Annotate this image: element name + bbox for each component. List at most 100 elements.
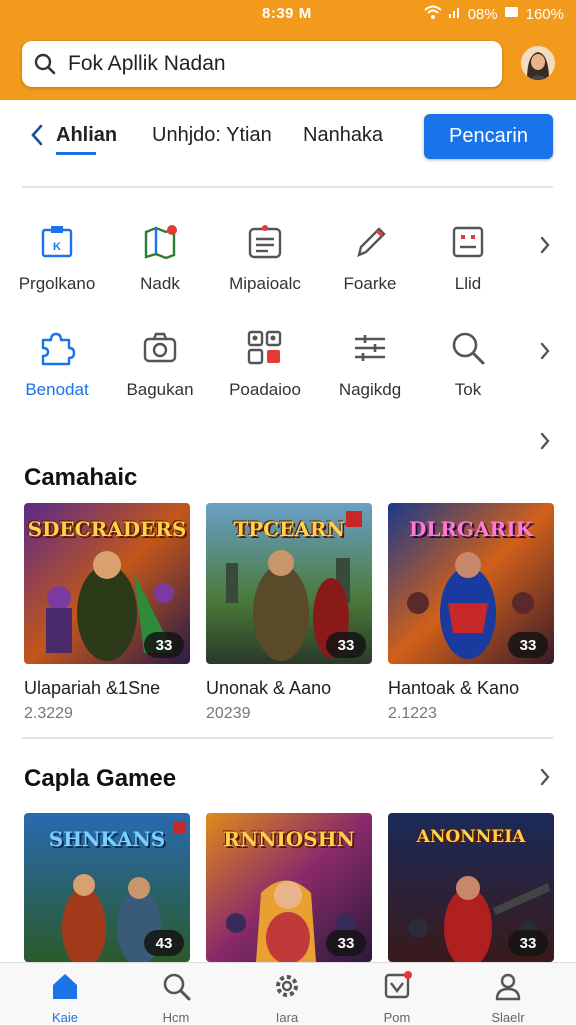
user-icon (492, 973, 524, 1005)
rating-badge: 33 (326, 930, 366, 956)
category-mipaioalc[interactable]: Mipaioalc (215, 220, 315, 294)
map-icon (110, 220, 210, 264)
svg-text:K: K (53, 241, 61, 253)
search-icon (160, 973, 192, 1005)
game-art-title: RNNIOSHN (223, 827, 355, 851)
section-title: Capla Gamee (24, 765, 177, 792)
rating-badge: 43 (144, 930, 184, 956)
status-extra: 160% (525, 5, 564, 23)
category-label: Nagikdg (338, 380, 402, 399)
battery-icon (504, 5, 520, 23)
sliders-icon (320, 326, 420, 370)
divider (22, 737, 553, 739)
grid-apps-icon (215, 326, 315, 370)
search-bar[interactable]: Fok Apllik Nadan (22, 41, 502, 87)
category-prgolkano[interactable]: K Prgolkano (7, 220, 107, 294)
game-number: 2.3229 (24, 705, 73, 722)
category-label: Mipaioalc (229, 274, 301, 293)
game-thumbnail[interactable]: SDECRADERS 33 (24, 503, 190, 664)
shield-icon (381, 971, 413, 1005)
rating-badge: 33 (508, 632, 548, 658)
nav-search[interactable]: Hcm (136, 971, 216, 1025)
tab-bar: Ahlian Unhjdo: Ytian Nanhaka Pencarin (0, 100, 576, 186)
id-card-icon (418, 220, 518, 264)
wifi-icon (423, 5, 442, 23)
status-time: 8:39 M (262, 5, 312, 22)
category-label: Prgolkano (18, 274, 96, 293)
game-card[interactable]: TPCEARN 33 Unonak & Aano 20239 (206, 503, 372, 723)
game-art-title: SHNKANS (48, 827, 166, 851)
section-title: Camahaic (24, 464, 138, 491)
rating-badge: 33 (508, 930, 548, 956)
nav-label: Kaie (51, 1010, 79, 1025)
category-nadk[interactable]: Nadk (110, 220, 210, 294)
game-name: Hantoak & Kano (388, 678, 520, 698)
back-chevron-icon[interactable] (28, 122, 46, 153)
category-label: Llid (454, 274, 482, 293)
tab-nanhaka[interactable]: Nanhaka (303, 124, 383, 147)
nav-label: Slaelr (491, 1010, 525, 1025)
chevron-right-icon[interactable] (538, 429, 552, 458)
category-label: Bagukan (126, 380, 194, 399)
search-icon (418, 326, 518, 370)
game-number: 2.1223 (388, 705, 437, 722)
tab-ahlian[interactable]: Ahlian (56, 124, 117, 147)
game-card[interactable]: DLRGARIK 33 Hantoak & Kano 2.1223 (388, 503, 554, 723)
chevron-right-icon[interactable] (538, 339, 552, 368)
search-input[interactable]: Fok Apllik Nadan (68, 52, 226, 76)
game-card[interactable]: SDECRADERS 33 Ulapariah &1Sne 2.3229 (24, 503, 190, 723)
tab-unhjdo[interactable]: Unhjdo: Ytian (152, 124, 272, 147)
top-bar: Fok Apllik Nadan (0, 30, 576, 100)
category-tok[interactable]: Tok (418, 326, 518, 400)
search-icon (22, 52, 68, 76)
avatar[interactable] (521, 46, 555, 80)
game-thumbnail[interactable]: DLRGARIK 33 (388, 503, 554, 664)
game-thumbnail[interactable]: SHNKANS 43 (24, 813, 190, 962)
nav-settings[interactable]: Iara (247, 971, 327, 1025)
game-card[interactable]: SHNKANS 43 (24, 813, 190, 962)
puzzle-icon (7, 326, 107, 370)
rating-badge: 33 (326, 632, 366, 658)
signal-icon (448, 5, 462, 23)
game-thumbnail[interactable]: ANONNEIA 33 (388, 813, 554, 962)
game-number: 20239 (206, 705, 251, 722)
active-tab-indicator (56, 152, 96, 155)
game-art-title: TPCEARN (233, 517, 345, 541)
game-thumbnail[interactable]: TPCEARN 33 (206, 503, 372, 664)
game-thumbnail[interactable]: RNNIOSHN 33 (206, 813, 372, 962)
home-icon (49, 974, 81, 1005)
game-card[interactable]: ANONNEIA 33 (388, 813, 554, 962)
category-foarke[interactable]: Foarke (320, 220, 420, 294)
nav-label: Pom (383, 1010, 411, 1025)
category-nagikdg[interactable]: Nagikdg (320, 326, 420, 400)
category-label: Benodat (25, 380, 89, 399)
nav-pom[interactable]: Pom (357, 971, 437, 1025)
divider (22, 186, 553, 188)
category-llid[interactable]: Llid (418, 220, 518, 294)
chevron-right-icon[interactable] (538, 765, 552, 794)
category-benodat[interactable]: Benodat (7, 326, 107, 400)
game-name: Unonak & Aano (206, 678, 332, 698)
game-art-title: SDECRADERS (27, 517, 187, 541)
category-label: Nadk (140, 274, 180, 293)
game-art-title: ANONNEIA (416, 827, 526, 847)
chevron-right-icon[interactable] (538, 233, 552, 262)
calendar-icon: K (7, 220, 107, 264)
camera-icon (110, 326, 210, 370)
nav-label: Hcm (162, 1010, 190, 1025)
status-bar: 8:39 M 08% 160% (0, 0, 576, 30)
category-label: Poadaioo (229, 380, 301, 399)
rating-badge: 33 (144, 632, 184, 658)
nav-profile[interactable]: Slaelr (468, 971, 548, 1025)
list-card-icon (215, 220, 315, 264)
status-icons: 08% 160% (423, 5, 564, 23)
pencarin-button[interactable]: Pencarin (424, 114, 553, 159)
game-name: Ulapariah &1Sne (24, 678, 161, 698)
category-label: Foarke (343, 274, 397, 293)
gear-icon (271, 975, 303, 1005)
game-card[interactable]: RNNIOSHN 33 (206, 813, 372, 962)
category-bagukan[interactable]: Bagukan (110, 326, 210, 400)
category-poadaioo[interactable]: Poadaioo (215, 326, 315, 400)
nav-home[interactable]: Kaie (25, 971, 105, 1025)
nav-label: Iara (275, 1010, 299, 1025)
